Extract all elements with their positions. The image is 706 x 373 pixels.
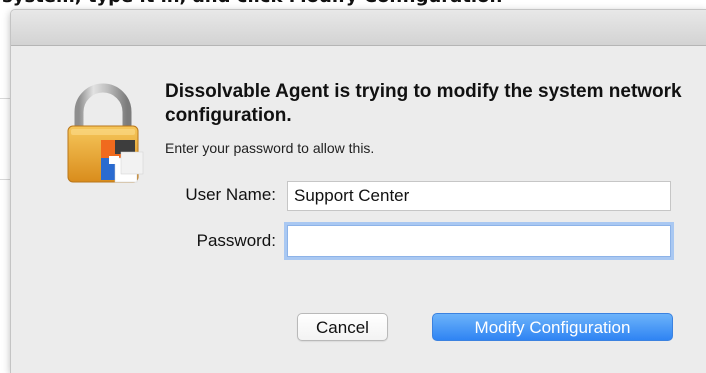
cancel-button[interactable]: Cancel bbox=[297, 313, 388, 341]
username-label: User Name: bbox=[185, 185, 276, 204]
dialog-message: Dissolvable Agent is trying to modify th… bbox=[165, 81, 682, 126]
modify-configuration-button[interactable]: Modify Configuration bbox=[432, 313, 673, 341]
password-field[interactable] bbox=[287, 225, 671, 257]
authentication-dialog: Dissolvable Agent is trying to modify th… bbox=[10, 9, 706, 373]
username-field[interactable] bbox=[287, 181, 671, 211]
dialog-titlebar bbox=[11, 10, 706, 46]
dialog-subtitle: Enter your password to allow this. bbox=[165, 140, 375, 156]
background-partial-text: system, type it in, and click Modify Con… bbox=[0, 0, 706, 8]
lock-icon bbox=[67, 83, 144, 183]
background-divider bbox=[0, 179, 10, 180]
password-label: Password: bbox=[196, 231, 276, 250]
background-divider bbox=[0, 98, 10, 99]
